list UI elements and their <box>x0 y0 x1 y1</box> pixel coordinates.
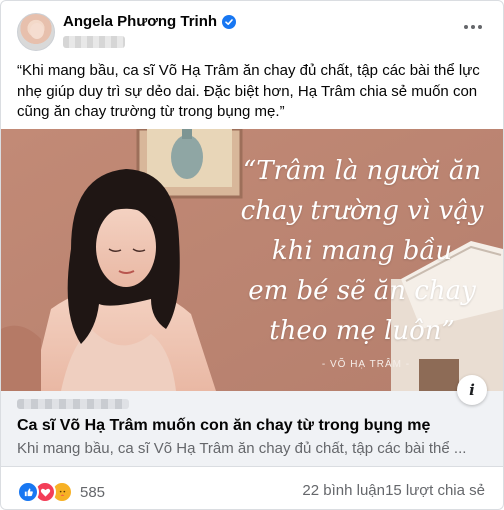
avatar[interactable] <box>17 13 55 51</box>
link-preview-info[interactable]: Ca sĩ Võ Hạ Trâm muốn con ăn chay từ tro… <box>1 391 503 467</box>
image-quote-source: - VÕ HẠ TRÂM - <box>321 359 411 370</box>
shares-count[interactable]: 15 lượt chia sẻ <box>385 482 485 499</box>
author-name-row: Angela Phương Trinh <box>63 13 237 30</box>
quote-line: “Trâm là người ăn <box>242 156 482 186</box>
quote-line: em bé sẽ ăn chay <box>248 276 476 306</box>
comments-count[interactable]: 22 bình luận <box>302 482 385 499</box>
post-meta-redacted <box>63 36 125 48</box>
post-card: Angela Phương Trinh “Khi mang bầu, ca sĩ… <box>0 0 504 510</box>
like-icon <box>17 481 39 503</box>
link-preview-image[interactable]: “Trâm là người ăn chay trường vì vậy khi… <box>1 129 503 391</box>
quote-line: theo mẹ luôn” <box>269 316 455 346</box>
link-domain-redacted <box>17 399 129 409</box>
avatar-face <box>30 23 44 39</box>
quote-line: khi mang bầu <box>271 236 453 266</box>
post-text: “Khi mang bầu, ca sĩ Võ Hạ Trâm ăn chay … <box>17 62 480 120</box>
post-header: Angela Phương Trinh <box>1 1 503 61</box>
engagement-bar: 585 22 bình luận 15 lượt chia sẻ <box>1 473 503 507</box>
more-options-icon[interactable] <box>459 17 487 37</box>
verified-badge-icon <box>222 14 237 29</box>
info-icon[interactable]: i <box>457 375 487 405</box>
link-title[interactable]: Ca sĩ Võ Hạ Trâm muốn con ăn chay từ tro… <box>17 417 430 435</box>
image-quote: “Trâm là người ăn chay trường vì vậy khi… <box>237 151 487 351</box>
quote-line: chay trường vì vậy <box>240 196 484 226</box>
link-description: Khi mang bầu, ca sĩ Võ Hạ Trâm ăn chay đ… <box>17 440 467 457</box>
reactions-summary[interactable]: 585 <box>17 481 105 503</box>
reaction-count: 585 <box>80 483 106 501</box>
author-name[interactable]: Angela Phương Trinh <box>63 13 217 30</box>
